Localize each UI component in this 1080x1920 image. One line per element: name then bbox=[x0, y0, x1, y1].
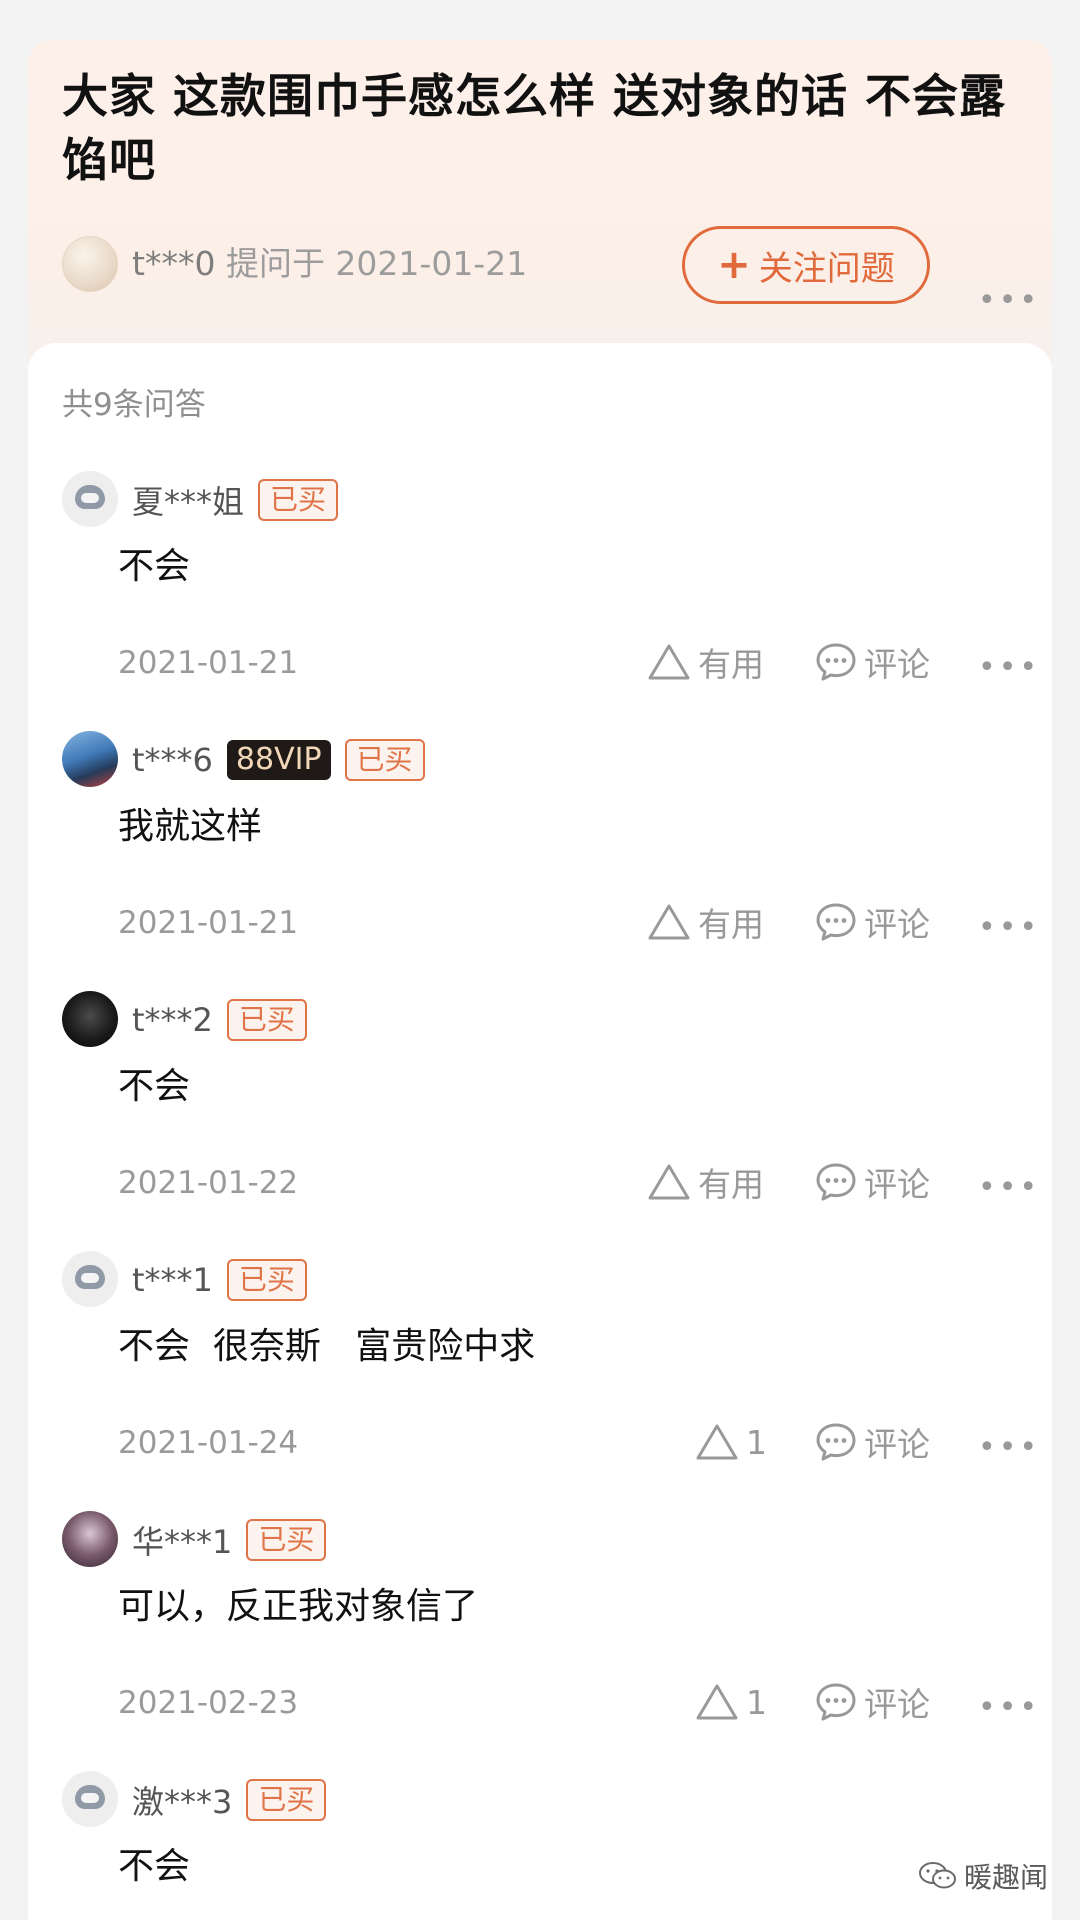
follow-question-button[interactable]: + 关注问题 bbox=[682, 226, 930, 304]
more-options-icon[interactable]: ••• bbox=[978, 653, 1040, 683]
comment-label: 评论 bbox=[864, 1425, 930, 1464]
bought-badge: 已买 bbox=[246, 1519, 327, 1561]
comment-button[interactable]: 评论 bbox=[814, 1157, 930, 1207]
useful-count: 1 bbox=[746, 1682, 767, 1722]
comment-bubble-icon bbox=[816, 1423, 856, 1461]
answer-date: 2021-02-23 bbox=[118, 1685, 299, 1721]
useful-button[interactable]: 有用 bbox=[646, 637, 764, 687]
answer-item: 夏***姐 已买 不会 2021-01-21 有用 评论 ••• bbox=[28, 471, 1052, 731]
wechat-icon bbox=[919, 1862, 956, 1889]
bought-badge: 已买 bbox=[258, 479, 339, 521]
answer-item: t***1 已买 不会 很奈斯 富贵险中求 2021-01-24 1 评论 ••… bbox=[28, 1251, 1052, 1511]
comment-label: 评论 bbox=[864, 905, 930, 944]
answer-text: 不会 很奈斯 富贵险中求 bbox=[118, 1326, 536, 1367]
answer-date: 2021-01-21 bbox=[118, 645, 299, 681]
triangle-icon bbox=[648, 644, 690, 680]
comment-label: 评论 bbox=[864, 1685, 930, 1724]
comment-label: 评论 bbox=[864, 645, 930, 684]
triangle-icon bbox=[648, 904, 690, 940]
comment-bubble-icon bbox=[816, 1163, 856, 1201]
vip-badge: 88VIP bbox=[226, 740, 331, 780]
avatar[interactable] bbox=[62, 471, 118, 527]
answerer-name[interactable]: 华***1 bbox=[132, 1517, 232, 1563]
triangle-icon bbox=[696, 1684, 738, 1720]
comment-button[interactable]: 评论 bbox=[814, 1417, 930, 1467]
answer-header: t***2 已买 bbox=[132, 997, 307, 1043]
useful-button[interactable]: 1 bbox=[694, 1677, 767, 1727]
answer-header: 夏***姐 已买 bbox=[132, 477, 339, 523]
answer-item: t***6 88VIP 已买 我就这样 2021-01-21 有用 评论 ••• bbox=[28, 731, 1052, 991]
asker-info: t***0 提问于 2021-01-21 bbox=[132, 244, 527, 284]
useful-button[interactable]: 1 bbox=[694, 1417, 767, 1467]
watermark: 暖趣闻 bbox=[918, 1856, 1048, 1896]
answer-text: 不会 bbox=[118, 546, 191, 587]
more-options-icon[interactable]: ••• bbox=[978, 1433, 1040, 1463]
answerer-name[interactable]: t***6 bbox=[132, 741, 213, 779]
answer-date: 2021-01-24 bbox=[118, 1425, 299, 1461]
avatar[interactable] bbox=[62, 1511, 118, 1567]
bought-badge: 已买 bbox=[226, 999, 307, 1041]
answer-text: 不会 bbox=[118, 1846, 191, 1887]
comment-button[interactable]: 评论 bbox=[814, 897, 930, 947]
question-title: 大家 这款围巾手感怎么样 送对象的话 不会露馅吧 bbox=[62, 69, 1007, 187]
more-options-icon[interactable]: ••• bbox=[978, 286, 1040, 316]
avatar[interactable] bbox=[62, 1771, 118, 1827]
triangle-icon bbox=[696, 1424, 738, 1460]
avatar[interactable] bbox=[62, 991, 118, 1047]
answerer-name[interactable]: t***1 bbox=[132, 1261, 213, 1299]
answer-text: 不会 bbox=[118, 1066, 191, 1107]
answerer-name[interactable]: 激***3 bbox=[132, 1777, 232, 1823]
avatar[interactable] bbox=[62, 1251, 118, 1307]
answer-text: 可以，反正我对象信了 bbox=[118, 1586, 479, 1627]
asked-date: 提问于 2021-01-21 bbox=[225, 244, 528, 283]
comment-button[interactable]: 评论 bbox=[814, 1677, 930, 1727]
comment-bubble-icon bbox=[816, 643, 856, 681]
answers-card: 共9条问答 夏***姐 已买 不会 2021-01-21 有用 评论 ••• t… bbox=[28, 343, 1052, 1920]
answer-date: 2021-01-21 bbox=[118, 905, 299, 941]
watermark-text: 暖趣闻 bbox=[964, 1861, 1049, 1894]
avatar[interactable] bbox=[62, 731, 118, 787]
comment-bubble-icon bbox=[816, 903, 856, 941]
answer-header: t***1 已买 bbox=[132, 1257, 307, 1303]
bought-badge: 已买 bbox=[246, 1779, 327, 1821]
answer-header: t***6 88VIP 已买 bbox=[132, 737, 425, 783]
comment-label: 评论 bbox=[864, 1165, 930, 1204]
useful-button[interactable]: 有用 bbox=[646, 897, 764, 947]
answer-header: 华***1 已买 bbox=[132, 1517, 327, 1563]
plus-icon: + bbox=[717, 242, 751, 288]
asker-name[interactable]: t***0 bbox=[132, 244, 215, 283]
useful-label: 有用 bbox=[698, 645, 764, 684]
answer-header: 激***3 已买 bbox=[132, 1777, 327, 1823]
comment-button[interactable]: 评论 bbox=[814, 637, 930, 687]
answer-date: 2021-01-22 bbox=[118, 1165, 299, 1201]
answers-count: 共9条问答 bbox=[62, 387, 206, 423]
useful-label: 有用 bbox=[698, 1165, 764, 1204]
useful-count: 1 bbox=[746, 1422, 767, 1462]
useful-button[interactable]: 有用 bbox=[646, 1157, 764, 1207]
follow-question-label: 关注问题 bbox=[758, 248, 895, 289]
bought-badge: 已买 bbox=[344, 739, 425, 781]
answer-text: 我就这样 bbox=[118, 806, 263, 847]
answer-item: 激***3 已买 不会 bbox=[28, 1771, 1052, 1920]
question-card: 大家 这款围巾手感怎么样 送对象的话 不会露馅吧 t***0 提问于 2021-… bbox=[28, 40, 1052, 360]
answerer-name[interactable]: 夏***姐 bbox=[132, 477, 244, 523]
useful-label: 有用 bbox=[698, 905, 764, 944]
more-options-icon[interactable]: ••• bbox=[978, 1173, 1040, 1203]
asker-avatar[interactable] bbox=[62, 236, 118, 292]
triangle-icon bbox=[648, 1164, 690, 1200]
answerer-name[interactable]: t***2 bbox=[132, 1001, 213, 1039]
comment-bubble-icon bbox=[816, 1683, 856, 1721]
more-options-icon[interactable]: ••• bbox=[978, 1693, 1040, 1723]
more-options-icon[interactable]: ••• bbox=[978, 913, 1040, 943]
bought-badge: 已买 bbox=[226, 1259, 307, 1301]
answer-item: t***2 已买 不会 2021-01-22 有用 评论 ••• bbox=[28, 991, 1052, 1251]
answer-item: 华***1 已买 可以，反正我对象信了 2021-02-23 1 评论 ••• bbox=[28, 1511, 1052, 1771]
